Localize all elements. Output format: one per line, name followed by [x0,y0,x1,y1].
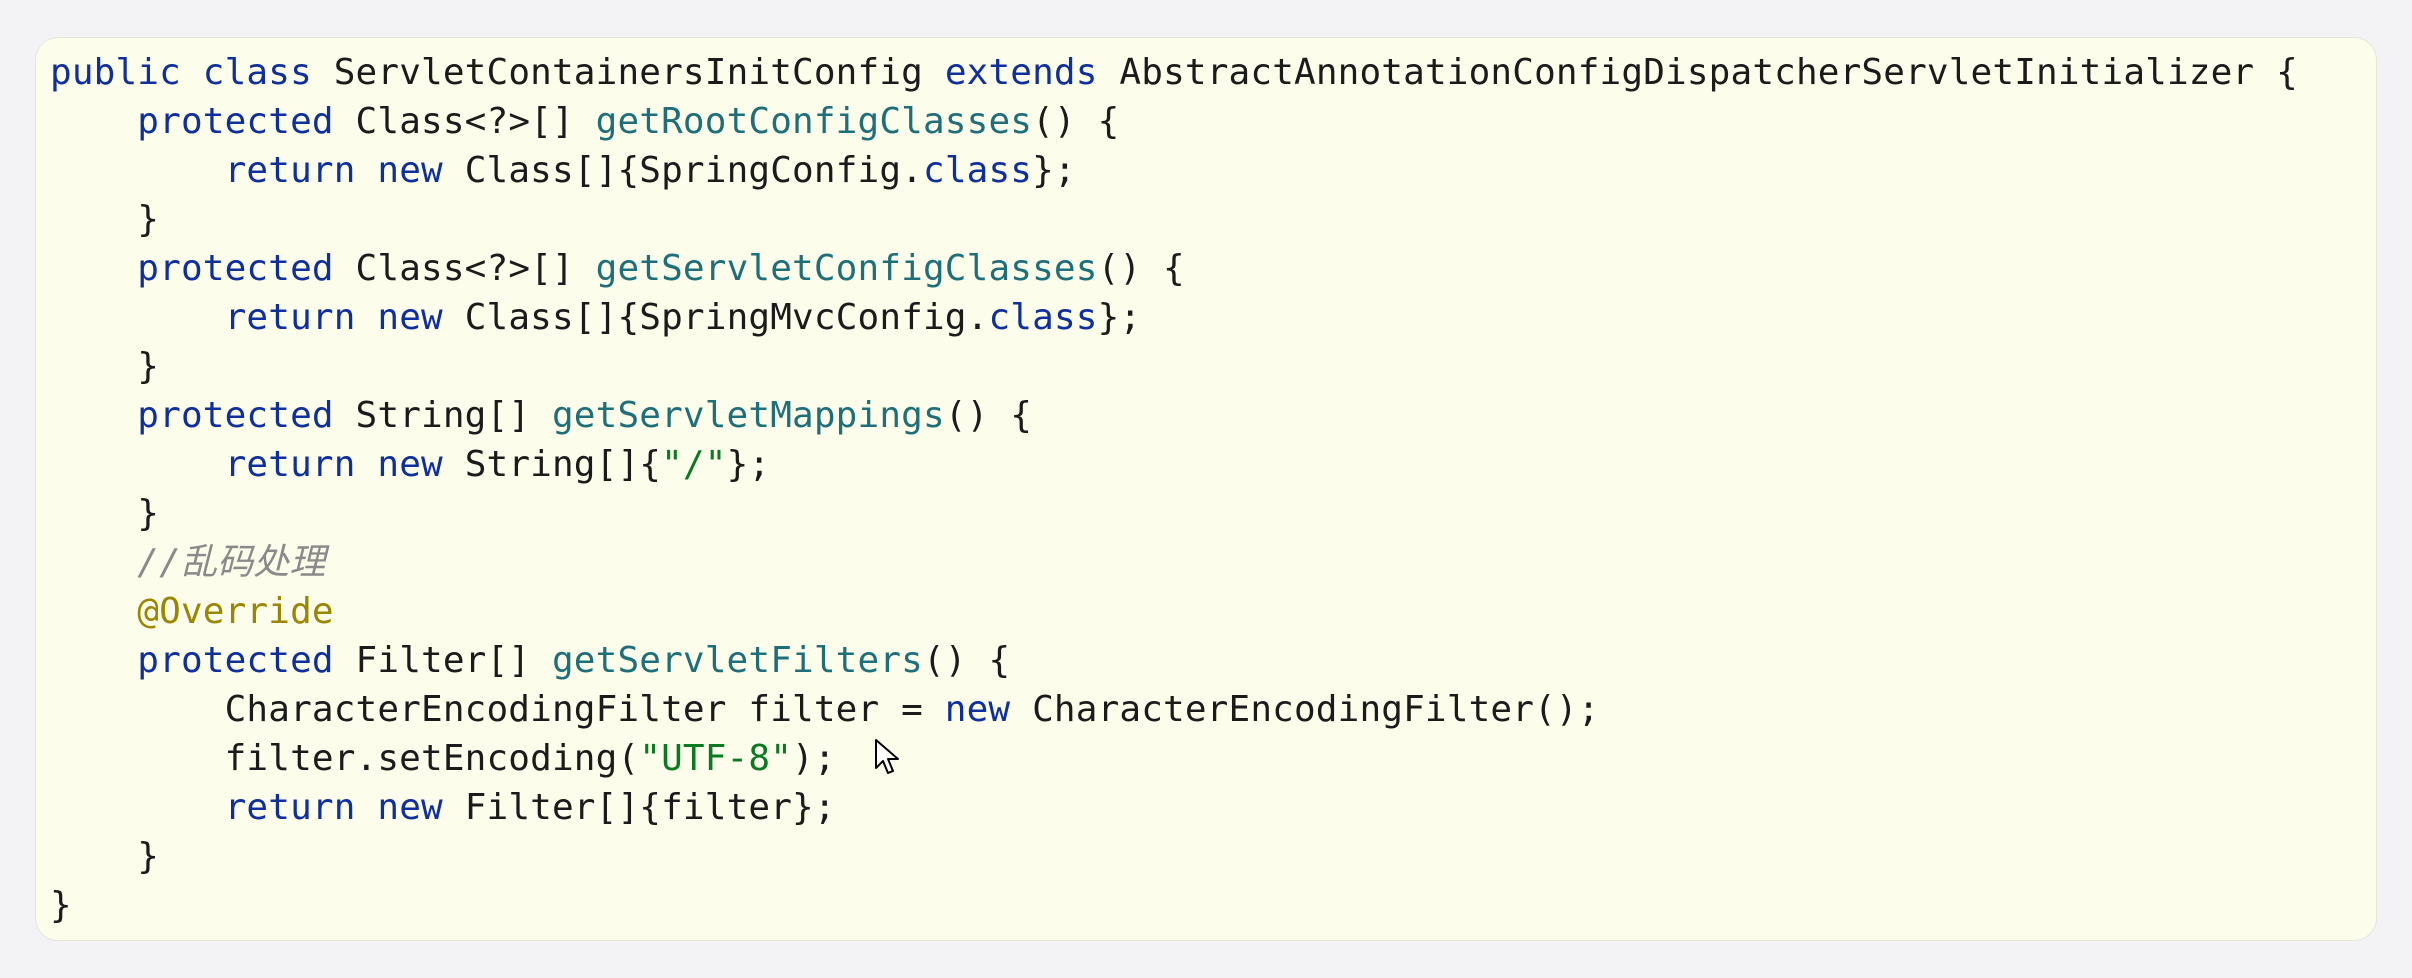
code-line-12: @Override [50,587,2298,636]
keyword: new [377,444,443,485]
closing-brace: } [137,346,160,387]
expression-end: }; [1032,150,1076,191]
code-line-9: return new String[]{"/"}; [50,440,2298,489]
method-name: getRootConfigClasses [595,101,1033,142]
keyword: public [50,52,181,93]
code-line-8: protected String[] getServletMappings() … [50,391,2298,440]
closing-brace: } [137,493,160,534]
brace: { [2276,52,2298,93]
code-line-4: } [50,195,2298,244]
expression: String[]{ [464,444,662,485]
closing-brace: } [137,836,160,877]
keyword: protected [137,395,334,436]
closing-brace: } [50,885,72,926]
keyword: new [377,150,443,191]
keyword: return [224,150,356,191]
string-literal: "/" [661,444,727,485]
keyword: new [377,297,443,338]
method-name: getServletFilters [551,640,923,681]
code-line-15: filter.setEncoding("UTF-8"); [50,734,2298,783]
code-line-16: return new Filter[]{filter}; [50,783,2298,832]
code-line-11: //乱码处理 [50,538,2298,587]
return-type: Class<?>[] [355,101,574,142]
closing-brace: } [137,199,160,240]
class-name: ServletContainersInitConfig [333,52,923,93]
code-comment: //乱码处理 [137,542,326,583]
method-signature-rest: () { [1097,248,1185,289]
method-signature-rest: () { [944,395,1033,436]
expression-end: ); [792,738,836,779]
expression-end: }; [1097,297,1142,338]
code-line-1: public class ServletContainersInitConfig… [50,48,2298,97]
return-type: Class<?>[] [355,248,574,289]
code-line-17: } [50,832,2298,881]
keyword: return [224,787,356,828]
declaration: CharacterEncodingFilter filter = [224,689,945,730]
code-line-2: protected Class<?>[] getRootConfigClasse… [50,97,2298,146]
keyword: return [224,444,356,485]
keyword: class [988,297,1098,338]
method-signature-rest: () { [922,640,1011,681]
code-line-7: } [50,342,2298,391]
code-line-5: protected Class<?>[] getServletConfigCla… [50,244,2298,293]
expression: Class[]{SpringConfig. [464,150,923,191]
code-line-18: } [50,881,2298,930]
keyword: return [224,297,356,338]
keyword: protected [137,640,334,681]
keyword: extends [944,52,1098,93]
expression-end: }; [726,444,771,485]
annotation: @Override [137,591,334,632]
code-line-14: CharacterEncodingFilter filter = new Cha… [50,685,2298,734]
screenshot-frame: public class ServletContainersInitConfig… [0,0,2412,978]
code-line-3: return new Class[]{SpringConfig.class}; [50,146,2298,195]
method-name: getServletMappings [551,395,945,436]
keyword: protected [137,248,334,289]
method-signature-rest: () { [1032,101,1120,142]
method-call: filter.setEncoding( [224,738,640,779]
constructor-call: CharacterEncodingFilter(); [1032,689,1600,730]
keyword: class [923,150,1033,191]
code-line-6: return new Class[]{SpringMvcConfig.class… [50,293,2298,342]
method-name: getServletConfigClasses [595,248,1098,289]
keyword: class [202,52,312,93]
mouse-pointer-icon [875,739,899,774]
keyword: new [944,689,1011,730]
expression: Filter[]{filter}; [464,787,836,828]
code-line-13: protected Filter[] getServletFilters() { [50,636,2298,685]
expression: Class[]{SpringMvcConfig. [464,297,989,338]
keyword: new [377,787,443,828]
string-literal: "UTF-8" [639,738,793,779]
return-type: Filter[] [355,640,531,681]
code-block: public class ServletContainersInitConfig… [50,48,2298,930]
return-type: String[] [355,395,531,436]
code-line-10: } [50,489,2298,538]
parent-class-name: AbstractAnnotationConfigDispatcherServle… [1119,52,2255,93]
keyword: protected [137,101,334,142]
code-editor-panel[interactable]: public class ServletContainersInitConfig… [36,38,2376,940]
